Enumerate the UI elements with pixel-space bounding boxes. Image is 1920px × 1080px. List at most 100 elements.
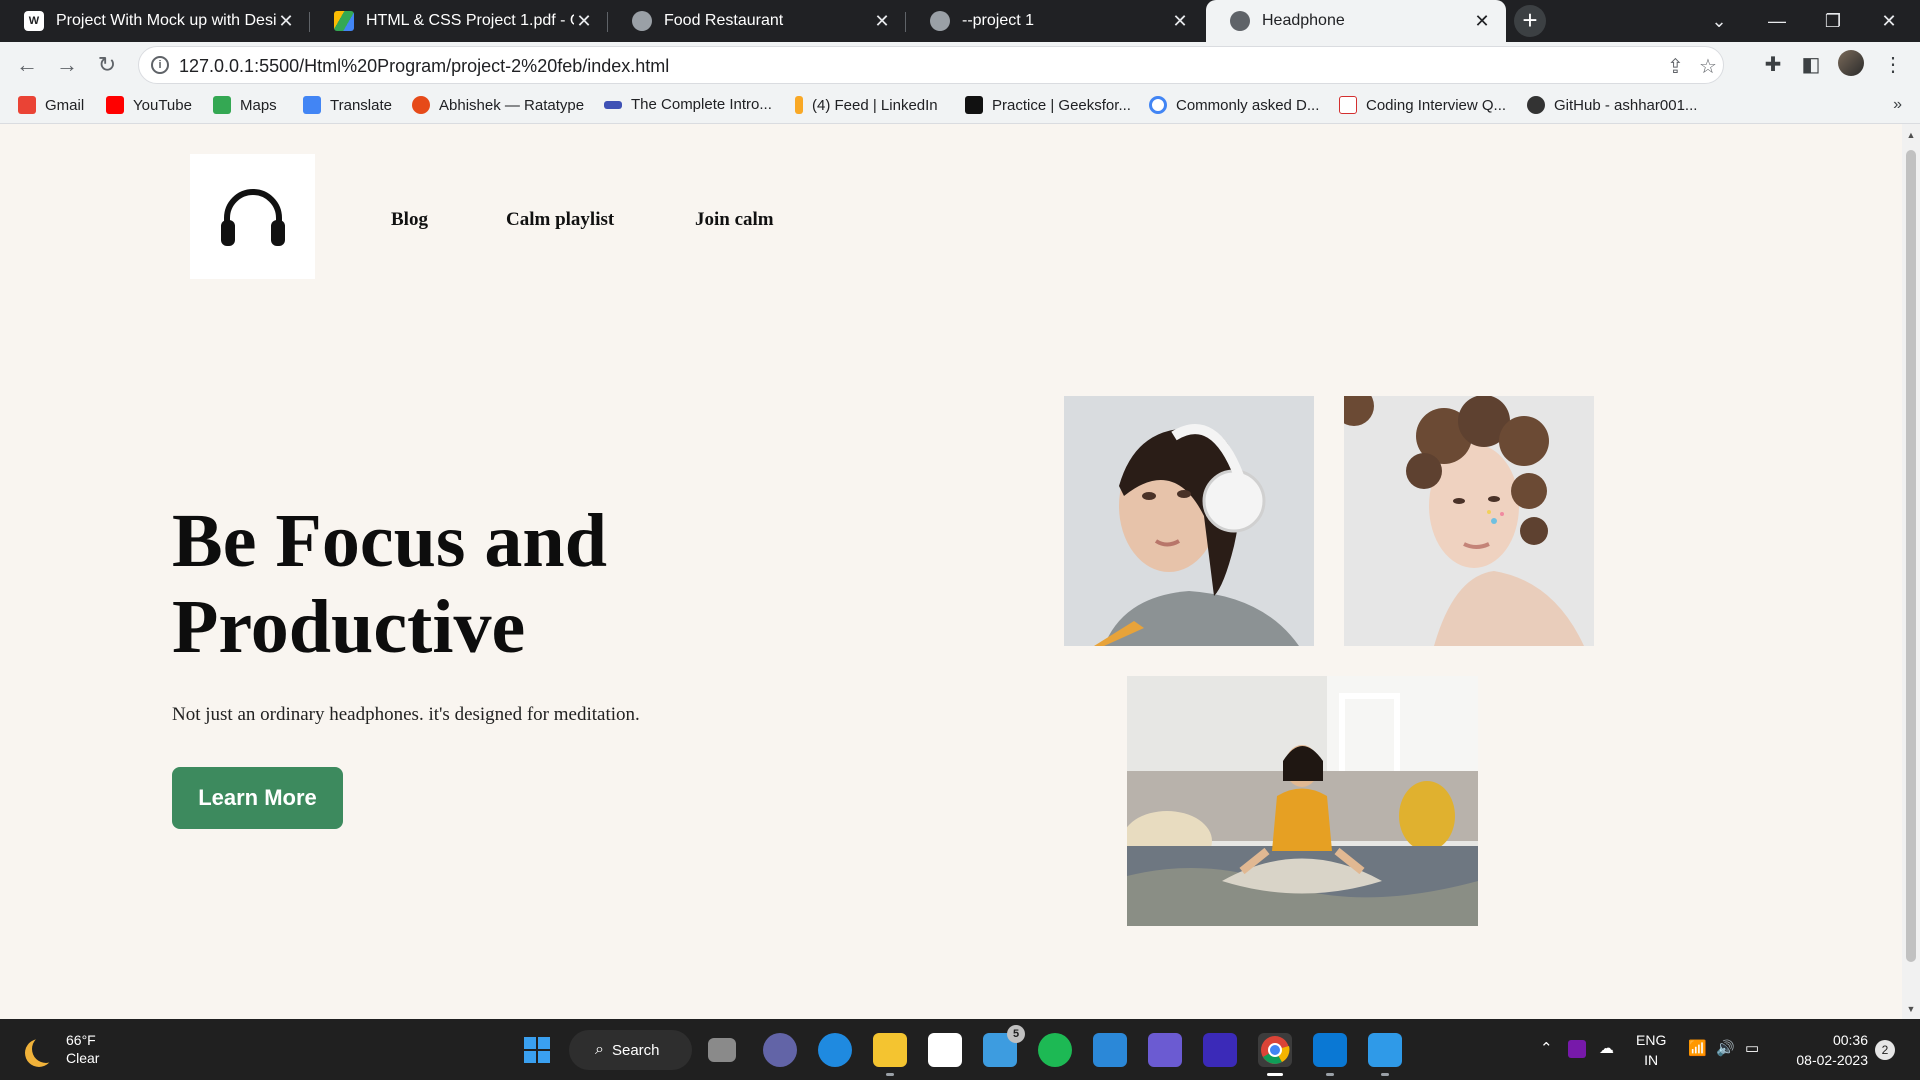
learn-more-button[interactable]: Learn More [172, 767, 343, 829]
tab-project-mockup[interactable]: W Project With Mock up with Desig ✕ [0, 0, 310, 42]
clock[interactable]: 00:36 08-02-2023 [1788, 1030, 1868, 1070]
bookmark-ratatype[interactable]: Abhishek — Ratatype [412, 96, 584, 114]
close-icon[interactable]: ✕ [574, 11, 594, 32]
photos-icon[interactable] [1368, 1033, 1402, 1076]
tab-headphone[interactable]: Headphone ✕ [1206, 0, 1506, 42]
translate-icon [303, 96, 321, 114]
tab-title: Project With Mock up with Desig [56, 12, 276, 29]
ratatype-icon [412, 96, 430, 114]
chrome-taskbar-icon[interactable] [1258, 1033, 1292, 1076]
restore-icon[interactable]: ❐ [1806, 0, 1860, 42]
forward-arrow-icon[interactable]: → [52, 50, 82, 80]
spotify-icon[interactable] [1038, 1033, 1072, 1067]
bookmarks-overflow-icon[interactable]: » [1893, 96, 1902, 114]
page-scrollbar[interactable]: ▲ ▼ [1902, 124, 1920, 1019]
tab-food-restaurant[interactable]: Food Restaurant ✕ [608, 0, 906, 42]
teams-chat-icon[interactable] [763, 1033, 797, 1067]
tab-search-chevron-icon[interactable]: ⌄ [1692, 0, 1746, 42]
bookmark-gmail[interactable]: Gmail [18, 96, 84, 114]
scroll-down-arrow-icon[interactable]: ▼ [1906, 1004, 1916, 1014]
search-icon: ⌕ [595, 1041, 604, 1058]
site-info-icon[interactable]: i [151, 56, 169, 74]
task-view-icon[interactable] [708, 1038, 736, 1062]
tab-strip: W Project With Mock up with Desig ✕ HTML… [0, 0, 1920, 42]
wifi-icon[interactable]: 📶 [1688, 1039, 1707, 1057]
page-icon [1339, 96, 1357, 114]
scrollbar-thumb[interactable] [1906, 150, 1916, 962]
share-icon[interactable]: ⇪ [1667, 54, 1684, 79]
code-editor-icon[interactable] [1203, 1033, 1237, 1067]
bookmark-github[interactable]: GitHub - ashhar001... [1527, 96, 1697, 114]
headphones-icon [220, 188, 285, 246]
nav-blog[interactable]: Blog [391, 209, 428, 231]
vscode-icon[interactable] [1313, 1033, 1347, 1076]
tab-html-css-pdf[interactable]: HTML & CSS Project 1.pdf - Goo ✕ [310, 0, 608, 42]
window-close-icon[interactable]: ✕ [1862, 0, 1916, 42]
weather-widget[interactable]: 66°F Clear [24, 1031, 99, 1067]
start-button[interactable] [520, 1033, 554, 1067]
edge-icon[interactable] [818, 1033, 852, 1067]
photo-woman-curly-hair [1344, 396, 1594, 646]
globe-icon [930, 11, 950, 31]
windows-logo-icon [524, 1037, 550, 1063]
extensions-puzzle-icon[interactable]: ✚ [1760, 52, 1786, 78]
tray-overflow-chevron-icon[interactable]: ⌃ [1540, 1039, 1553, 1057]
microsoft-store-icon[interactable] [928, 1033, 962, 1067]
reload-icon[interactable]: ↻ [92, 50, 122, 80]
file-explorer-icon[interactable] [873, 1033, 907, 1076]
close-icon[interactable]: ✕ [1472, 11, 1492, 32]
nav-calm-playlist[interactable]: Calm playlist [506, 209, 614, 231]
photo-woman-headphones [1064, 396, 1314, 646]
globe-icon [1230, 11, 1250, 31]
bookmark-star-icon[interactable]: ☆ [1699, 54, 1717, 79]
address-bar[interactable]: i 127.0.0.1:5500/Html%20Program/project-… [138, 46, 1724, 84]
bookmark-commonly-asked[interactable]: Commonly asked D... [1149, 96, 1319, 114]
close-icon[interactable]: ✕ [872, 11, 892, 32]
close-icon[interactable]: ✕ [276, 11, 296, 32]
bookmark-complete-intro[interactable]: The Complete Intro... [604, 96, 772, 113]
close-icon[interactable]: ✕ [1170, 11, 1190, 32]
new-tab-button[interactable]: + [1514, 5, 1546, 37]
tab-title: --project 1 [962, 12, 1035, 29]
photo-woman-meditating [1127, 676, 1478, 926]
side-panel-icon[interactable]: ◧ [1798, 52, 1824, 78]
weather-condition: Clear [66, 1050, 100, 1066]
bookmark-youtube[interactable]: YouTube [106, 96, 192, 114]
notification-badge[interactable]: 2 [1875, 1040, 1895, 1060]
bookmark-translate[interactable]: Translate [303, 96, 392, 114]
linkedin-icon [795, 96, 803, 114]
tab-project-1[interactable]: --project 1 ✕ [906, 0, 1204, 42]
site-logo[interactable] [190, 154, 315, 279]
scroll-up-arrow-icon[interactable]: ▲ [1906, 130, 1916, 140]
bookmark-linkedin[interactable]: (4) Feed | LinkedIn [795, 96, 938, 114]
clock-time: 00:36 [1832, 1032, 1868, 1048]
language-indicator[interactable]: ENG IN [1636, 1030, 1666, 1070]
clock-date: 08-02-2023 [1796, 1052, 1868, 1068]
browser-toolbar: ← → ↻ i 127.0.0.1:5500/Html%20Program/pr… [0, 42, 1920, 88]
page-viewport: Blog Calm playlist Join calm Be Focus an… [0, 124, 1902, 1019]
back-arrow-icon[interactable]: ← [12, 50, 42, 80]
volume-icon[interactable]: 🔊 [1716, 1039, 1735, 1057]
bookmark-maps[interactable]: Maps [213, 96, 277, 114]
nav-join-calm[interactable]: Join calm [695, 209, 774, 231]
remote-desktop-icon[interactable] [1093, 1033, 1127, 1067]
bookmark-coding-interview[interactable]: Coding Interview Q... [1339, 96, 1506, 114]
battery-icon[interactable]: ▭ [1745, 1039, 1759, 1057]
url-text: 127.0.0.1:5500/Html%20Program/project-2%… [179, 56, 670, 76]
tab-title: Food Restaurant [664, 12, 784, 29]
google-icon [1149, 96, 1167, 114]
onedrive-cloud-icon[interactable]: ☁ [1599, 1039, 1614, 1057]
bookmark-geeksforgeeks[interactable]: Practice | Geeksfor... [965, 96, 1131, 114]
power-automate-icon[interactable] [1148, 1033, 1182, 1067]
menu-kebab-icon[interactable]: ⋮ [1880, 52, 1906, 78]
hero-title: Be Focus and Productive [172, 499, 607, 669]
taskbar-search[interactable]: ⌕ Search [569, 1030, 692, 1070]
onenote-icon[interactable] [1568, 1040, 1586, 1058]
chrome-icon [1261, 1036, 1290, 1064]
mail-icon[interactable]: 5 [983, 1025, 1025, 1067]
course-icon [604, 100, 622, 109]
hero-subtitle: Not just an ordinary headphones. it's de… [172, 704, 640, 725]
profile-avatar[interactable] [1838, 50, 1864, 76]
taskbar: 66°F Clear ⌕ Search 5 ⌃ ☁ ENG IN 📶 🔊 ▭ 0… [0, 1019, 1920, 1080]
minimize-icon[interactable]: — [1750, 0, 1804, 42]
